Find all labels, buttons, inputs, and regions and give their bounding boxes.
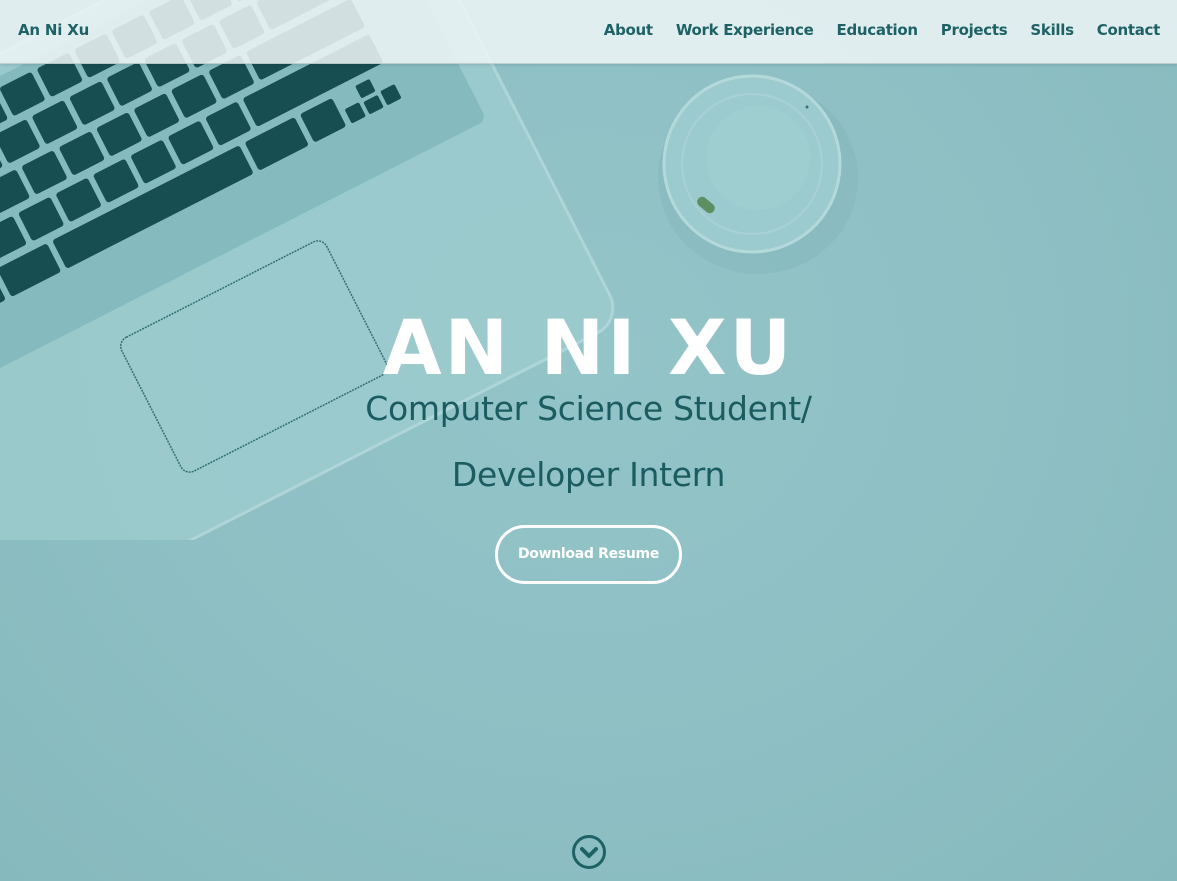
nav-link-contact[interactable]: Contact [1097, 21, 1161, 39]
hero-section: AN NI XU Computer Science Student/ Devel… [0, 0, 1177, 881]
download-resume-button[interactable]: Download Resume [495, 525, 682, 584]
nav-link-projects[interactable]: Projects [941, 21, 1008, 39]
nav-links: About Work Experience Education Projects… [604, 21, 1161, 39]
top-navbar: An Ni Xu About Work Experience Education… [0, 0, 1177, 64]
hero-content: AN NI XU Computer Science Student/ Devel… [0, 300, 1177, 584]
nav-link-skills[interactable]: Skills [1030, 21, 1074, 39]
brand-link[interactable]: An Ni Xu [18, 21, 89, 39]
coffee-cup-background-image [658, 74, 858, 274]
chevron-down-circle-icon[interactable] [571, 834, 607, 870]
hero-subtitle-line-2: Developer Intern [451, 455, 726, 494]
nav-link-education[interactable]: Education [837, 21, 919, 39]
hero-subtitle: Computer Science Student/ Developer Inte… [0, 376, 1177, 508]
nav-link-work-experience[interactable]: Work Experience [676, 21, 814, 39]
nav-link-about[interactable]: About [604, 21, 653, 39]
hero-subtitle-line-1: Computer Science Student/ [365, 389, 812, 428]
